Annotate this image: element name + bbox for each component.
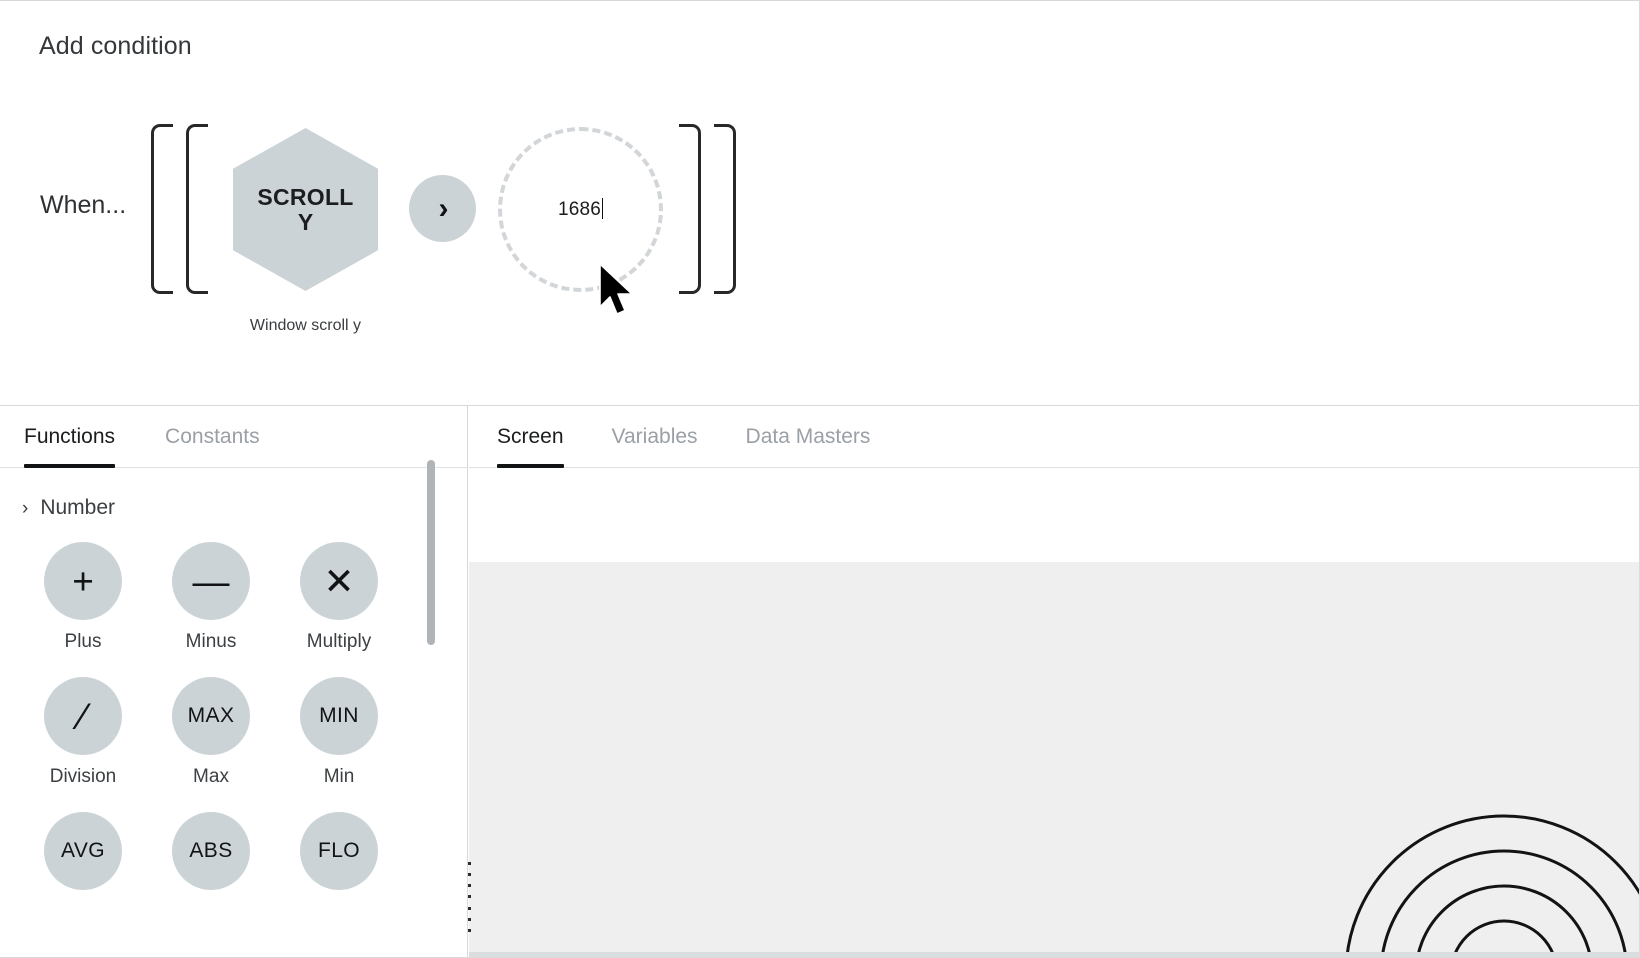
functions-body: › Number + Plus — Minus ✕ Multiply ∕ Div… [0,468,467,957]
handle-dot [467,917,471,921]
page-title: Add condition [39,32,192,60]
flo-icon: FLO [300,812,378,890]
category-label: Number [40,496,116,519]
hexagon-token-shape[interactable]: SCROLL Y [233,128,378,291]
function-flo[interactable]: FLO [275,812,403,901]
outer-close-bracket [714,124,736,294]
chevron-right-icon: › [22,497,29,519]
division-icon: ∕ [44,677,122,755]
tab-data-masters[interactable]: Data Masters [746,425,871,467]
screen-canvas[interactable] [469,562,1639,957]
when-label: When... [40,191,127,219]
functions-scrollbar-thumb[interactable] [427,460,435,645]
tab-constants[interactable]: Constants [165,425,260,467]
category-number-row[interactable]: › Number [0,468,467,520]
function-grid: + Plus — Minus ✕ Multiply ∕ Division MAX… [0,542,467,901]
max-icon: MAX [172,677,250,755]
handle-dot [467,884,471,888]
function-label: Min [323,766,355,787]
value-input[interactable]: 1686 [557,198,604,221]
token-label-line1: SCROLL [257,184,354,211]
token-caption: Window scroll y [249,317,362,334]
handle-dot [467,928,471,932]
scroll-y-token[interactable]: SCROLL Y [233,128,378,291]
operator-button[interactable]: › [409,175,476,242]
min-icon: MIN [300,677,378,755]
value-text: 1686 [557,199,602,220]
screen-toolbar-strip [469,468,1639,562]
abs-icon: ABS [172,812,250,890]
function-label: Multiply [306,631,372,652]
function-abs[interactable]: ABS [147,812,275,901]
function-division[interactable]: ∕ Division [19,677,147,788]
inner-open-bracket [186,124,208,294]
text-caret [602,198,604,219]
tab-variables[interactable]: Variables [612,425,698,467]
outer-open-bracket [151,124,173,294]
handle-dot [467,862,471,865]
functions-tabbar: Functions Constants [0,406,467,468]
function-avg[interactable]: AVG [19,812,147,901]
tab-functions[interactable]: Functions [24,425,116,468]
greater-than-icon: › [438,191,449,225]
condition-builder-panel: Add condition When... SCROLL Y Window sc… [0,0,1639,406]
functions-panel: Functions Constants › Number + Plus — Mi… [0,406,468,957]
inner-close-bracket [679,124,701,294]
concentric-arcs-icon [1345,814,1639,957]
function-max[interactable]: MAX Max [147,677,275,788]
value-dropzone[interactable]: 1686 [498,127,663,292]
avg-icon: AVG [44,812,122,890]
handle-dot [467,906,471,910]
token-label-line2: Y [297,208,314,235]
function-label: Division [49,766,117,787]
function-min[interactable]: MIN Min [275,677,403,788]
panel-resize-handle[interactable] [466,862,472,932]
add-condition-screen: Add condition When... SCROLL Y Window sc… [0,0,1640,958]
plus-icon: + [44,542,122,620]
bottom-region: Functions Constants › Number + Plus — Mi… [0,406,1639,957]
function-multiply[interactable]: ✕ Multiply [275,542,403,653]
tab-screen[interactable]: Screen [497,425,564,468]
function-label: Plus [64,631,102,652]
function-label: Max [193,766,229,787]
screen-tabbar: Screen Variables Data Masters [469,406,1639,468]
canvas-bottom-edge [469,952,1639,957]
function-minus[interactable]: — Minus [147,542,275,653]
handle-dot [467,895,471,899]
screen-panel: Screen Variables Data Masters [469,406,1639,957]
minus-icon: — [172,542,250,620]
handle-dot [467,873,471,877]
function-plus[interactable]: + Plus [19,542,147,653]
multiply-icon: ✕ [300,542,378,620]
function-label: Minus [185,631,237,652]
